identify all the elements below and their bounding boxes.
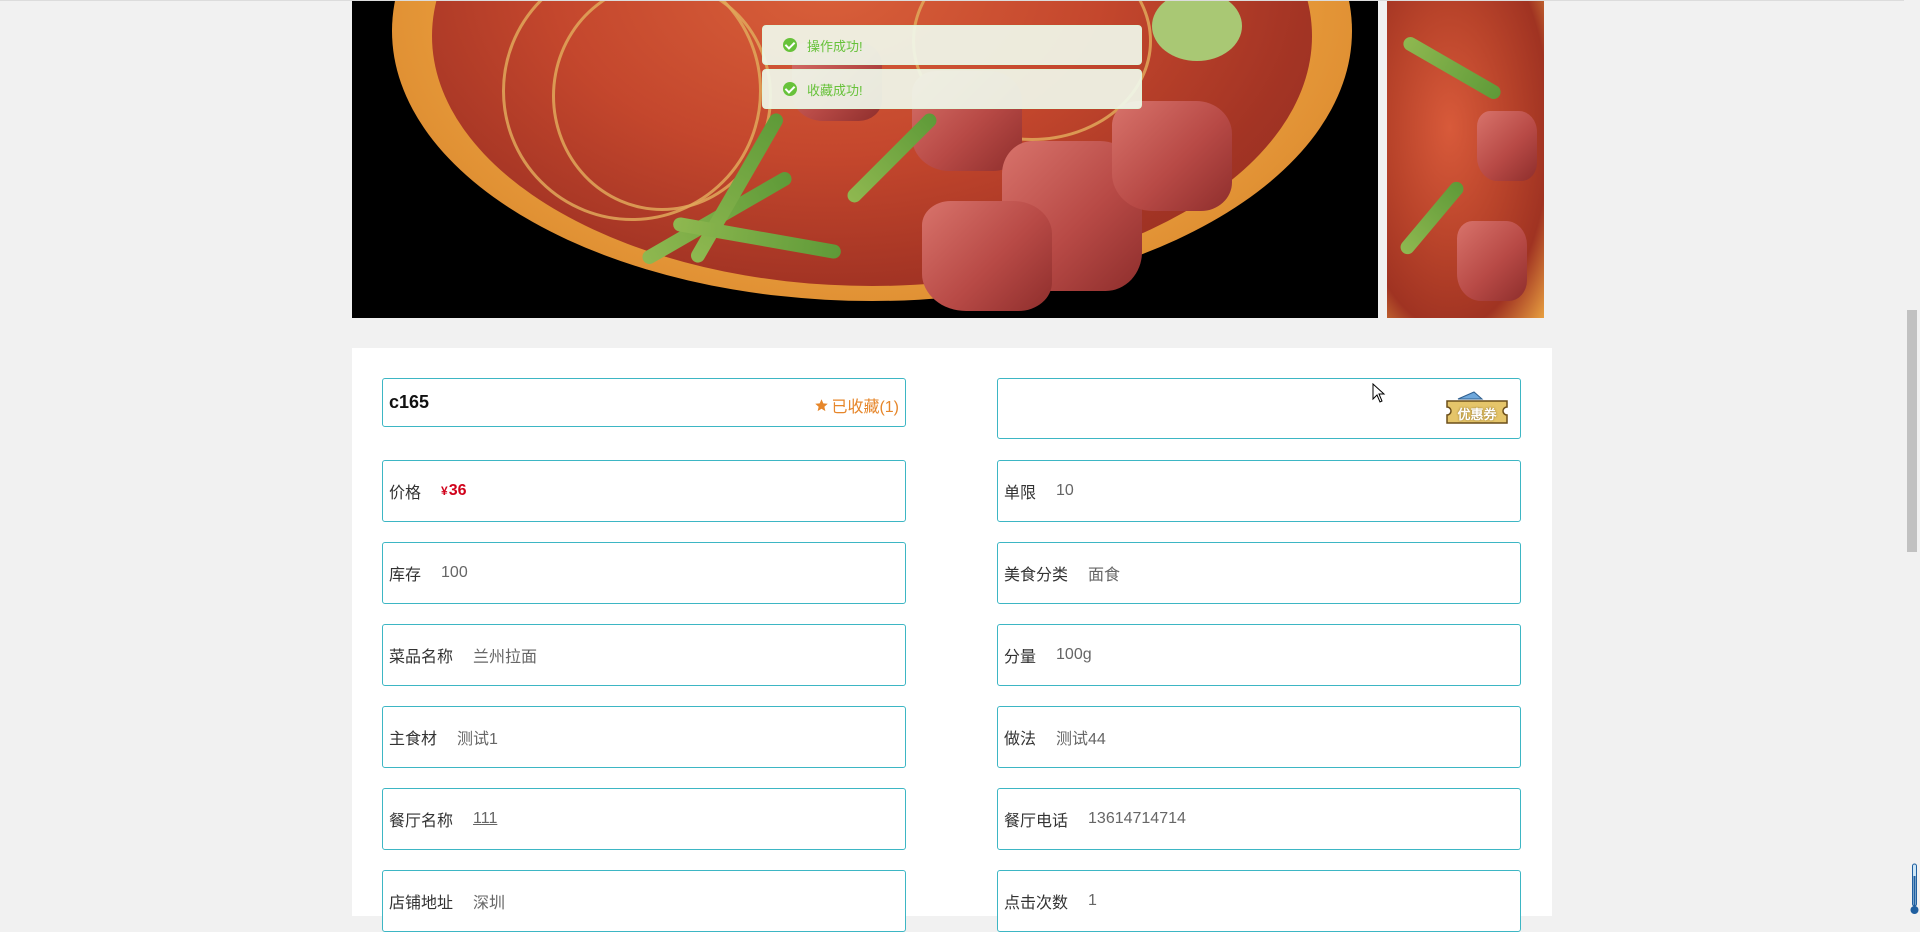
restaurant-phone-field: 餐厅电话 13614714714 [997, 788, 1521, 850]
thermometer-icon [1910, 863, 1919, 914]
dish-name-field: 菜品名称 兰州拉面 [382, 624, 906, 686]
field-value: 100g [1056, 646, 1092, 663]
field-label: 点击次数 [1004, 895, 1069, 912]
success-check-icon [783, 38, 797, 52]
mouse-cursor-icon [1372, 383, 1386, 403]
field-label: 美食分类 [1004, 567, 1069, 584]
restaurant-name-field: 餐厅名称 111 [382, 788, 906, 850]
field-label: 价格 [389, 485, 422, 502]
method-field: 做法 测试44 [997, 706, 1521, 768]
field-value: 面食 [1088, 567, 1121, 584]
field-label: 主食材 [389, 731, 438, 748]
toast-message: 操作成功! [807, 38, 863, 54]
dish-photo-beef [922, 201, 1052, 311]
favorite-label: 已收藏(1) [831, 399, 899, 416]
field-label: 做法 [1004, 731, 1037, 748]
main-ingredient-field: 主食材 测试1 [382, 706, 906, 768]
dish-photo-beef [1457, 221, 1527, 301]
toast-message: 收藏成功! [807, 82, 863, 98]
star-icon [815, 398, 829, 411]
dish-photo-beef [1477, 111, 1537, 181]
field-value: 测试1 [457, 731, 498, 748]
toast-success: 操作成功! [762, 25, 1142, 65]
field-label: 库存 [389, 567, 422, 584]
limit-field: 单限 10 [997, 460, 1521, 522]
price-value: ¥36 [441, 482, 467, 499]
coupon-button[interactable]: 优惠券 [1444, 391, 1510, 425]
field-label: 菜品名称 [389, 649, 454, 666]
clicks-field: 点击次数 1 [997, 870, 1521, 932]
dish-photo-beef [1112, 101, 1232, 211]
field-label: 店铺地址 [389, 895, 454, 912]
field-value: 100 [441, 564, 468, 581]
carousel-slide-next[interactable] [1387, 1, 1544, 318]
dish-photo-herb [1400, 34, 1504, 102]
field-label: 分量 [1004, 649, 1037, 666]
price-field: 价格 ¥36 [382, 460, 906, 522]
field-value: 10 [1056, 482, 1074, 499]
dish-detail-panel: c165 已收藏(1) 优惠券 价格 ¥36 单限 10 库存 100 美食分类… [352, 348, 1552, 932]
scrollbar-thumb[interactable] [1907, 310, 1917, 552]
field-value: 13614714714 [1088, 810, 1186, 827]
toast-success: 收藏成功! [762, 69, 1142, 109]
dish-photo-herb [1397, 179, 1467, 257]
category-field: 美食分类 面食 [997, 542, 1521, 604]
field-value: 深圳 [473, 895, 506, 912]
success-check-icon [783, 82, 797, 96]
field-label: 餐厅名称 [389, 813, 454, 830]
favorite-button[interactable]: 已收藏(1) [814, 393, 899, 417]
coupon-label: 优惠券 [1457, 407, 1497, 422]
restaurant-name-link[interactable]: 111 [473, 810, 497, 828]
field-label: 餐厅电话 [1004, 813, 1069, 830]
field-value: 测试44 [1056, 731, 1106, 748]
stock-field: 库存 100 [382, 542, 906, 604]
dish-title-box: c165 已收藏(1) [382, 378, 906, 427]
dish-title: c165 [389, 392, 430, 412]
field-value: 1 [1088, 892, 1097, 909]
page-scrollbar[interactable] [1904, 0, 1920, 916]
coupon-box: 优惠券 [997, 378, 1521, 439]
portion-field: 分量 100g [997, 624, 1521, 686]
field-value: 兰州拉面 [473, 649, 538, 666]
field-label: 单限 [1004, 485, 1037, 502]
address-field: 店铺地址 深圳 [382, 870, 906, 932]
